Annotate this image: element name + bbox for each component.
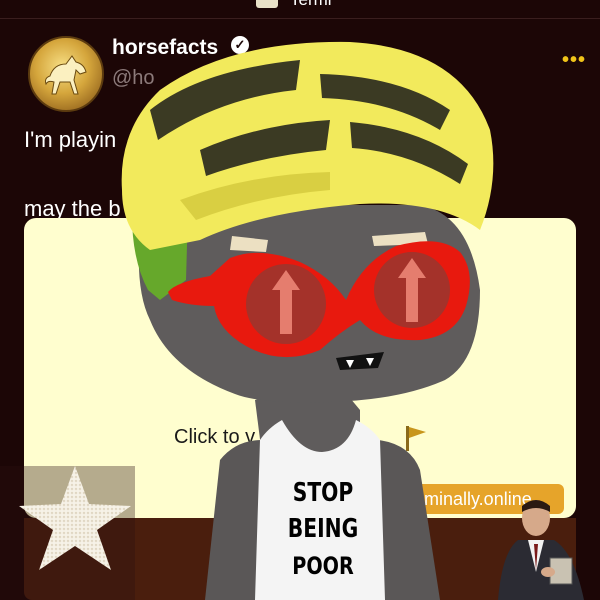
tab-icon[interactable] bbox=[256, 0, 278, 8]
shirt-text-line-1: STOP bbox=[292, 478, 354, 508]
tab-label[interactable]: Termi bbox=[290, 0, 332, 10]
handle[interactable]: @ho bbox=[112, 67, 155, 90]
horse-icon bbox=[45, 55, 87, 95]
card-cta-text[interactable]: Click to v flag bbox=[174, 426, 293, 449]
shirt-text-line-2: BEING bbox=[287, 514, 359, 544]
top-tab-bar: Termi bbox=[0, 0, 600, 19]
shirt-text-line-3: POOR bbox=[292, 552, 354, 580]
horse-avatar[interactable] bbox=[28, 36, 104, 112]
more-options-icon[interactable]: ••• bbox=[562, 49, 586, 72]
verified-badge-icon: ✓ bbox=[231, 36, 249, 54]
star-sticker-icon bbox=[19, 466, 131, 570]
display-name[interactable]: horsefacts bbox=[112, 36, 218, 60]
post-text-line-1: I'm playin bbox=[24, 127, 117, 152]
man-in-suit-sticker bbox=[498, 500, 584, 600]
flag-icon bbox=[406, 426, 426, 451]
